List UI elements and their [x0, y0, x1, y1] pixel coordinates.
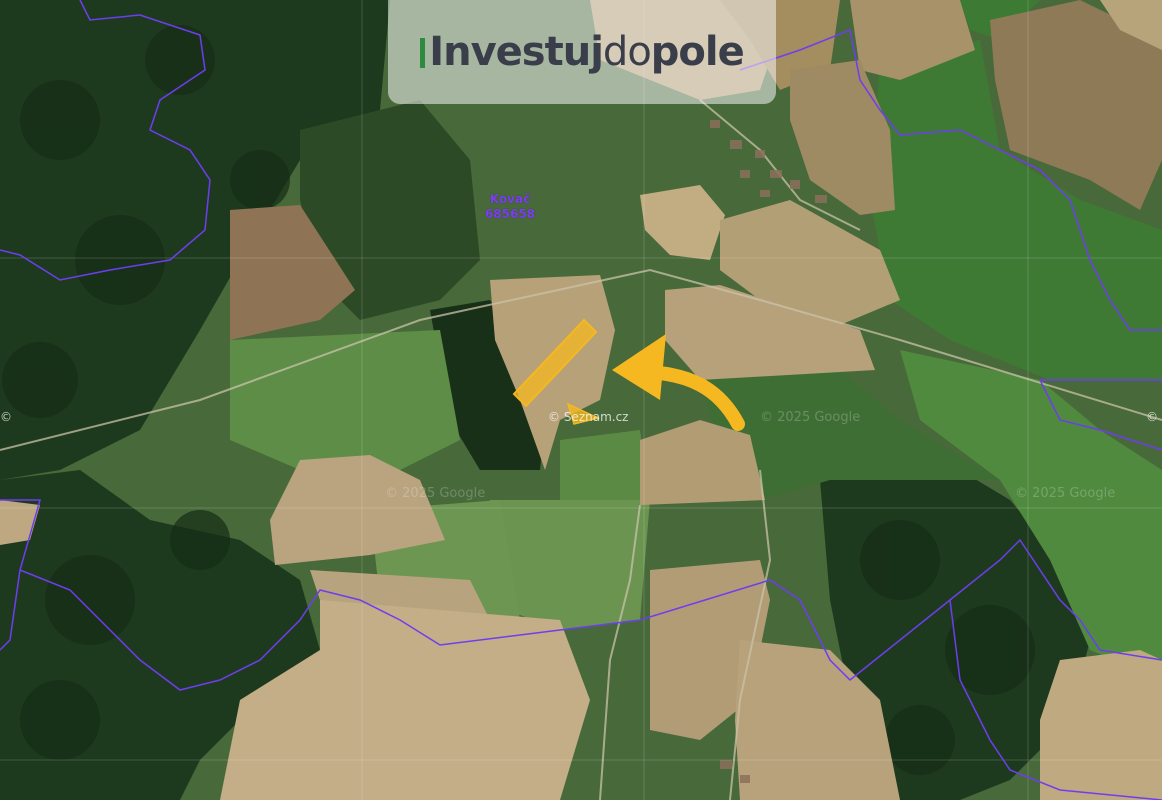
- copyright-mark: ©: [1146, 410, 1158, 424]
- logo-prefix: Investuj: [429, 29, 604, 75]
- google-watermark: © 2025 Google: [385, 486, 486, 501]
- cadastre-name: Kovač: [489, 192, 531, 206]
- logo-middle: do: [602, 29, 652, 75]
- logo-suffix: pole: [650, 29, 745, 75]
- logo-banner: Investujdopole: [388, 0, 776, 104]
- investujdopole-logo: Investujdopole: [420, 29, 745, 75]
- cadastre-label: Kovač 685658: [470, 192, 550, 222]
- copyright-mark: ©: [0, 410, 12, 424]
- cadastre-code: 685658: [484, 207, 536, 221]
- satellite-map[interactable]: [0, 0, 1162, 800]
- google-watermark: © 2025 Google: [760, 410, 861, 425]
- seznam-copyright: © Seznam.cz: [548, 410, 629, 424]
- google-watermark: © 2025 Google: [1015, 486, 1116, 501]
- logo-accent-bar: [420, 38, 426, 68]
